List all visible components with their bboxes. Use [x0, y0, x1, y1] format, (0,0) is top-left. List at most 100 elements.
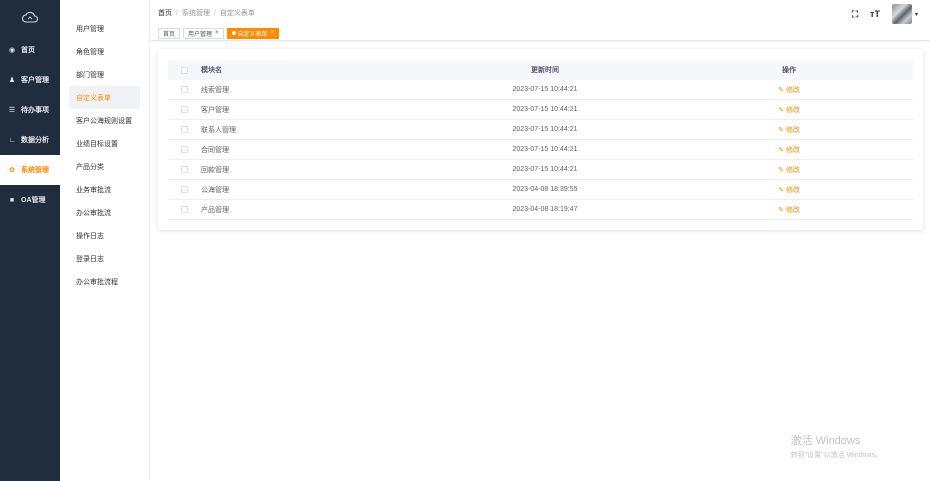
edit-label: 修改	[785, 146, 800, 154]
rail-item[interactable]: ∟ 数据分析	[0, 125, 60, 155]
module-table: 模块名 更新时间 操作 线索管理 2023-07-15 10:44:21 ✎ 修改 客户…	[168, 60, 913, 220]
edit-label: 修改	[785, 186, 800, 194]
edit-label: 修改	[785, 206, 800, 214]
table-row: 合同管理 2023-07-15 10:44:21 ✎ 修改	[168, 140, 913, 160]
edit-icon: ✎	[778, 146, 784, 154]
edit-label: 修改	[785, 126, 800, 134]
table-header: 模块名 更新时间 操作	[168, 60, 913, 80]
edit-button[interactable]: ✎ 修改	[778, 185, 800, 195]
row-checkbox[interactable]	[180, 166, 188, 173]
submenu-item[interactable]: 办公审批流程	[60, 270, 149, 293]
update-time: 2023-04-08 18:19:47	[512, 206, 578, 213]
app-logo[interactable]	[0, 0, 60, 34]
module-name: 产品管理	[201, 206, 229, 214]
update-time: 2023-07-15 10:44:21	[512, 166, 578, 173]
rail-item-label: 客户管理	[21, 77, 49, 84]
fullscreen-icon[interactable]: ⛶	[848, 7, 862, 21]
tag-label: 自定义表单	[237, 31, 268, 38]
tag-label: 首页	[163, 31, 176, 38]
row-checkbox[interactable]	[180, 126, 188, 133]
rail-item-label: 首页	[21, 47, 35, 54]
row-checkbox[interactable]	[180, 186, 188, 193]
row-checkbox[interactable]	[180, 86, 188, 93]
module-name: 公海管理	[201, 186, 229, 194]
row-checkbox[interactable]	[180, 146, 188, 153]
rail-item-label: OA管理	[21, 197, 46, 204]
table-row: 回款管理 2023-07-15 10:44:21 ✎ 修改	[168, 160, 913, 180]
column-header-time: 更新时间	[531, 67, 559, 74]
submenu-item[interactable]: 产品分类	[60, 155, 149, 178]
submenu-item[interactable]: 客户公海规则设置	[60, 109, 149, 132]
table-row: 线索管理 2023-07-15 10:44:21 ✎ 修改	[168, 80, 913, 100]
windows-activation-watermark: 激活 Windows 转到"设置"以激活 Windows。	[791, 432, 882, 460]
edit-icon: ✎	[778, 106, 784, 114]
module-name: 线索管理	[201, 86, 229, 94]
font-size-icon[interactable]: тT	[868, 7, 882, 21]
rail-item[interactable]: ♟ 客户管理	[0, 65, 60, 95]
avatar[interactable]	[891, 4, 912, 24]
dashboard-icon: ◉	[8, 47, 16, 54]
update-time: 2023-07-15 10:44:21	[512, 86, 578, 93]
edit-icon: ✎	[778, 86, 784, 94]
submenu-item[interactable]: 部门管理	[60, 63, 149, 86]
submenu-item[interactable]: 操作日志	[60, 224, 149, 247]
update-time: 2023-04-08 18:39:55	[512, 186, 578, 193]
rail-item-label: 数据分析	[21, 137, 49, 144]
close-icon[interactable]: ×	[271, 30, 275, 36]
edit-button[interactable]: ✎ 修改	[778, 85, 800, 95]
breadcrumb: 首页 / 系统管理 / 自定义表单	[158, 8, 255, 18]
edit-label: 修改	[785, 86, 800, 94]
close-icon[interactable]: ×	[215, 30, 219, 36]
list-icon: ☰	[8, 107, 16, 114]
submenu-item[interactable]: 自定义表单	[69, 86, 140, 109]
edit-label: 修改	[785, 106, 800, 114]
tag-label: 用户管理	[188, 31, 213, 38]
select-all-checkbox[interactable]	[180, 66, 188, 74]
breadcrumb-system[interactable]: 系统管理	[182, 10, 210, 17]
submenu-item[interactable]: 业务审批流	[60, 178, 149, 201]
submenu-item[interactable]: 角色管理	[60, 40, 149, 63]
update-time: 2023-07-15 10:44:21	[512, 126, 578, 133]
rail-item[interactable]: ✿ 系统管理	[0, 155, 60, 185]
main-nav-rail: ◉ 首页 ♟ 客户管理 ☰ 待办事项 ∟ 数据分析 ✿ 系统管理 ■ OA管理	[0, 0, 60, 481]
submenu-item[interactable]: 登录日志	[60, 247, 149, 270]
rail-item[interactable]: ◉ 首页	[0, 35, 60, 65]
breadcrumb-separator: /	[213, 9, 216, 17]
edit-button[interactable]: ✎ 修改	[778, 145, 800, 155]
cloud-logo-icon	[22, 11, 38, 23]
sub-nav-menu: 用户管理 角色管理 部门管理 自定义表单 客户公海规则设置 业绩目标设置 产品分类 业务审批流…	[60, 0, 150, 481]
tag-item[interactable]: 自定义表单 ×	[226, 27, 280, 39]
edit-icon: ✎	[778, 186, 784, 194]
edit-label: 修改	[785, 166, 800, 174]
watermark-title: 激活 Windows	[790, 435, 861, 447]
rail-item[interactable]: ■ OA管理	[0, 185, 60, 215]
tags-view: 首页 用户管理 × 自定义表单 ×	[151, 26, 930, 41]
watermark-subtitle: 转到"设置"以激活 Windows。	[790, 452, 882, 459]
submenu-item[interactable]: 用户管理	[60, 17, 149, 40]
active-dot-icon	[231, 31, 236, 35]
edit-button[interactable]: ✎ 修改	[778, 105, 800, 115]
rail-item[interactable]: ☰ 待办事项	[0, 95, 60, 125]
user-icon: ♟	[8, 77, 16, 84]
tag-item[interactable]: 用户管理 ×	[183, 27, 224, 39]
submenu-item[interactable]: 办公审批流	[60, 201, 149, 224]
tag-item[interactable]: 首页	[158, 27, 181, 39]
top-header: 首页 / 系统管理 / 自定义表单 ⛶ тT ▾	[151, 0, 930, 25]
folder-icon: ■	[9, 196, 15, 204]
chevron-down-icon[interactable]: ▾	[915, 11, 918, 18]
table-row: 公海管理 2023-04-08 18:39:55 ✎ 修改	[168, 180, 913, 200]
row-checkbox[interactable]	[180, 206, 188, 213]
edit-icon: ✎	[778, 126, 784, 134]
update-time: 2023-07-15 10:44:21	[512, 106, 578, 113]
breadcrumb-current: 自定义表单	[219, 9, 255, 17]
update-time: 2023-07-15 10:44:21	[512, 146, 578, 153]
edit-button[interactable]: ✎ 修改	[778, 165, 800, 175]
edit-button[interactable]: ✎ 修改	[778, 205, 800, 215]
row-checkbox[interactable]	[180, 106, 188, 113]
breadcrumb-home[interactable]: 首页	[158, 10, 172, 17]
submenu-item[interactable]: 业绩目标设置	[60, 132, 149, 155]
edit-icon: ✎	[778, 206, 784, 214]
gear-icon: ✿	[9, 167, 15, 174]
edit-button[interactable]: ✎ 修改	[778, 125, 800, 135]
module-name: 合同管理	[201, 146, 229, 154]
